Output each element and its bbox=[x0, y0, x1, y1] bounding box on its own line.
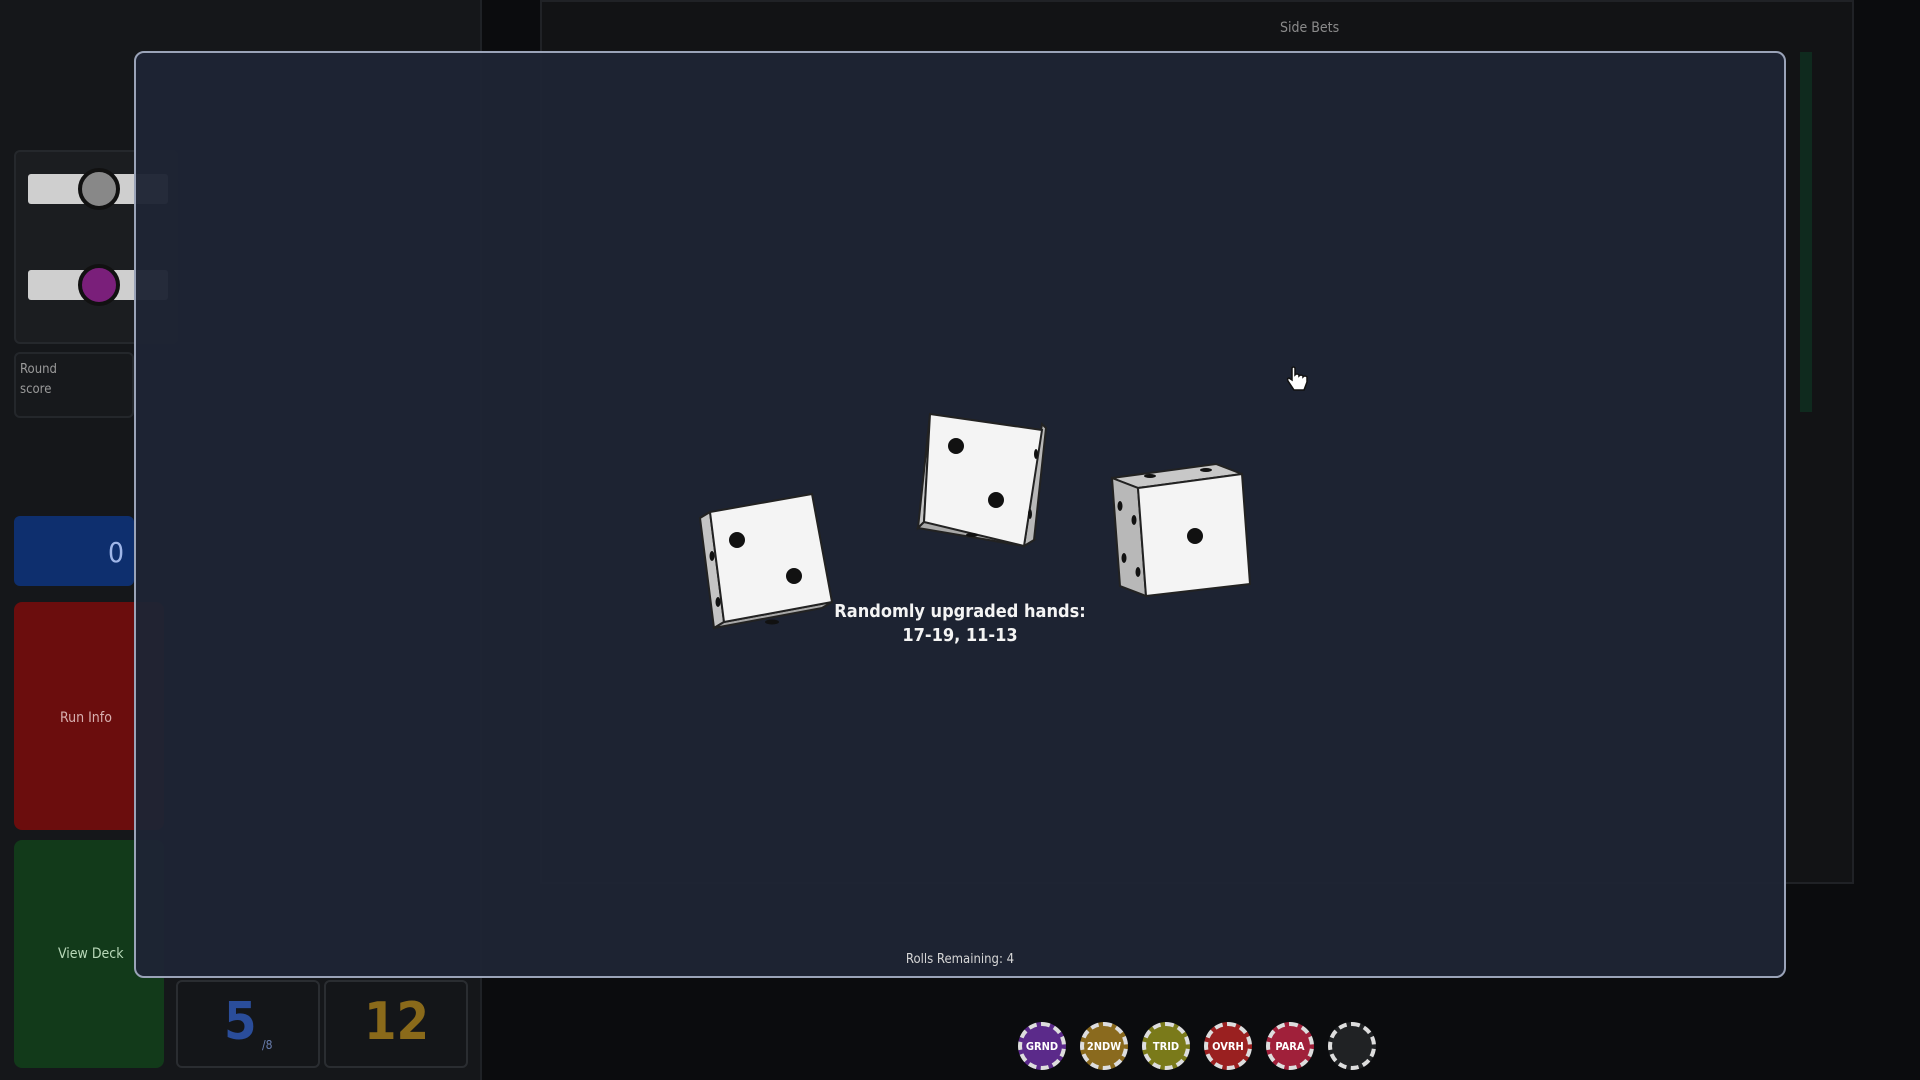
die-pip bbox=[1028, 509, 1032, 519]
upgrade-message: Randomly upgraded hands: 17-19, 11-13 bbox=[800, 600, 1120, 648]
die-pip bbox=[1117, 501, 1123, 511]
hands-value: 5 bbox=[224, 992, 257, 1052]
die-pip bbox=[709, 551, 715, 561]
die-pip bbox=[786, 568, 802, 584]
upgrade-message-line2: 17-19, 11-13 bbox=[902, 625, 1018, 646]
die-pip bbox=[1034, 449, 1038, 459]
chip-trid[interactable]: TRID bbox=[1142, 1022, 1190, 1070]
die-pip bbox=[1200, 468, 1212, 472]
die-pip bbox=[1121, 553, 1127, 563]
hands-max: /8 bbox=[262, 1038, 273, 1052]
side-bets-panel-edge bbox=[1800, 52, 1812, 412]
run-info-label: Run Info bbox=[60, 710, 112, 726]
die-pip bbox=[729, 532, 745, 548]
side-bets-label: Side Bets bbox=[1280, 20, 1340, 36]
chip-label: GRND bbox=[1025, 1039, 1059, 1053]
score-display: 0 bbox=[14, 516, 134, 586]
die-3 bbox=[1110, 462, 1252, 598]
die-pip bbox=[966, 533, 978, 537]
chip-label: OVRH bbox=[1212, 1039, 1244, 1053]
chip-grnd[interactable]: GRND bbox=[1018, 1022, 1066, 1070]
die-pip bbox=[1135, 567, 1141, 577]
chip-empty bbox=[1328, 1022, 1376, 1070]
hand-cursor-icon bbox=[1286, 366, 1308, 391]
chip-para[interactable]: PARA bbox=[1266, 1022, 1314, 1070]
die-pip bbox=[765, 619, 779, 625]
blind-chip-icon bbox=[78, 264, 120, 306]
die-face bbox=[922, 412, 1044, 548]
round-score-label: Round score bbox=[14, 352, 134, 418]
discards-value: 12 bbox=[364, 992, 430, 1052]
die-2 bbox=[915, 412, 1048, 548]
chip-ovrh[interactable]: OVRH bbox=[1204, 1022, 1252, 1070]
die-pip bbox=[948, 438, 964, 454]
rolls-remaining: Rolls Remaining: 4 bbox=[905, 952, 1015, 967]
discards-counter: 12 bbox=[324, 980, 468, 1068]
die-pip bbox=[715, 597, 721, 607]
blind-chip-icon bbox=[78, 168, 120, 210]
chip-label: TRID bbox=[1152, 1039, 1180, 1053]
chip-label: 2NDW bbox=[1086, 1039, 1122, 1053]
hands-counter: 5 /8 bbox=[176, 980, 320, 1068]
view-deck-label: View Deck bbox=[58, 946, 124, 962]
upgrade-message-line1: Randomly upgraded hands: bbox=[834, 601, 1086, 622]
score-value: 0 bbox=[107, 536, 124, 569]
chip-label: PARA bbox=[1275, 1039, 1305, 1053]
die-pip bbox=[1131, 515, 1137, 525]
die-pip bbox=[1144, 474, 1156, 478]
chip-2ndw[interactable]: 2NDW bbox=[1080, 1022, 1128, 1070]
die-pip bbox=[1187, 528, 1203, 544]
die-pip bbox=[988, 492, 1004, 508]
